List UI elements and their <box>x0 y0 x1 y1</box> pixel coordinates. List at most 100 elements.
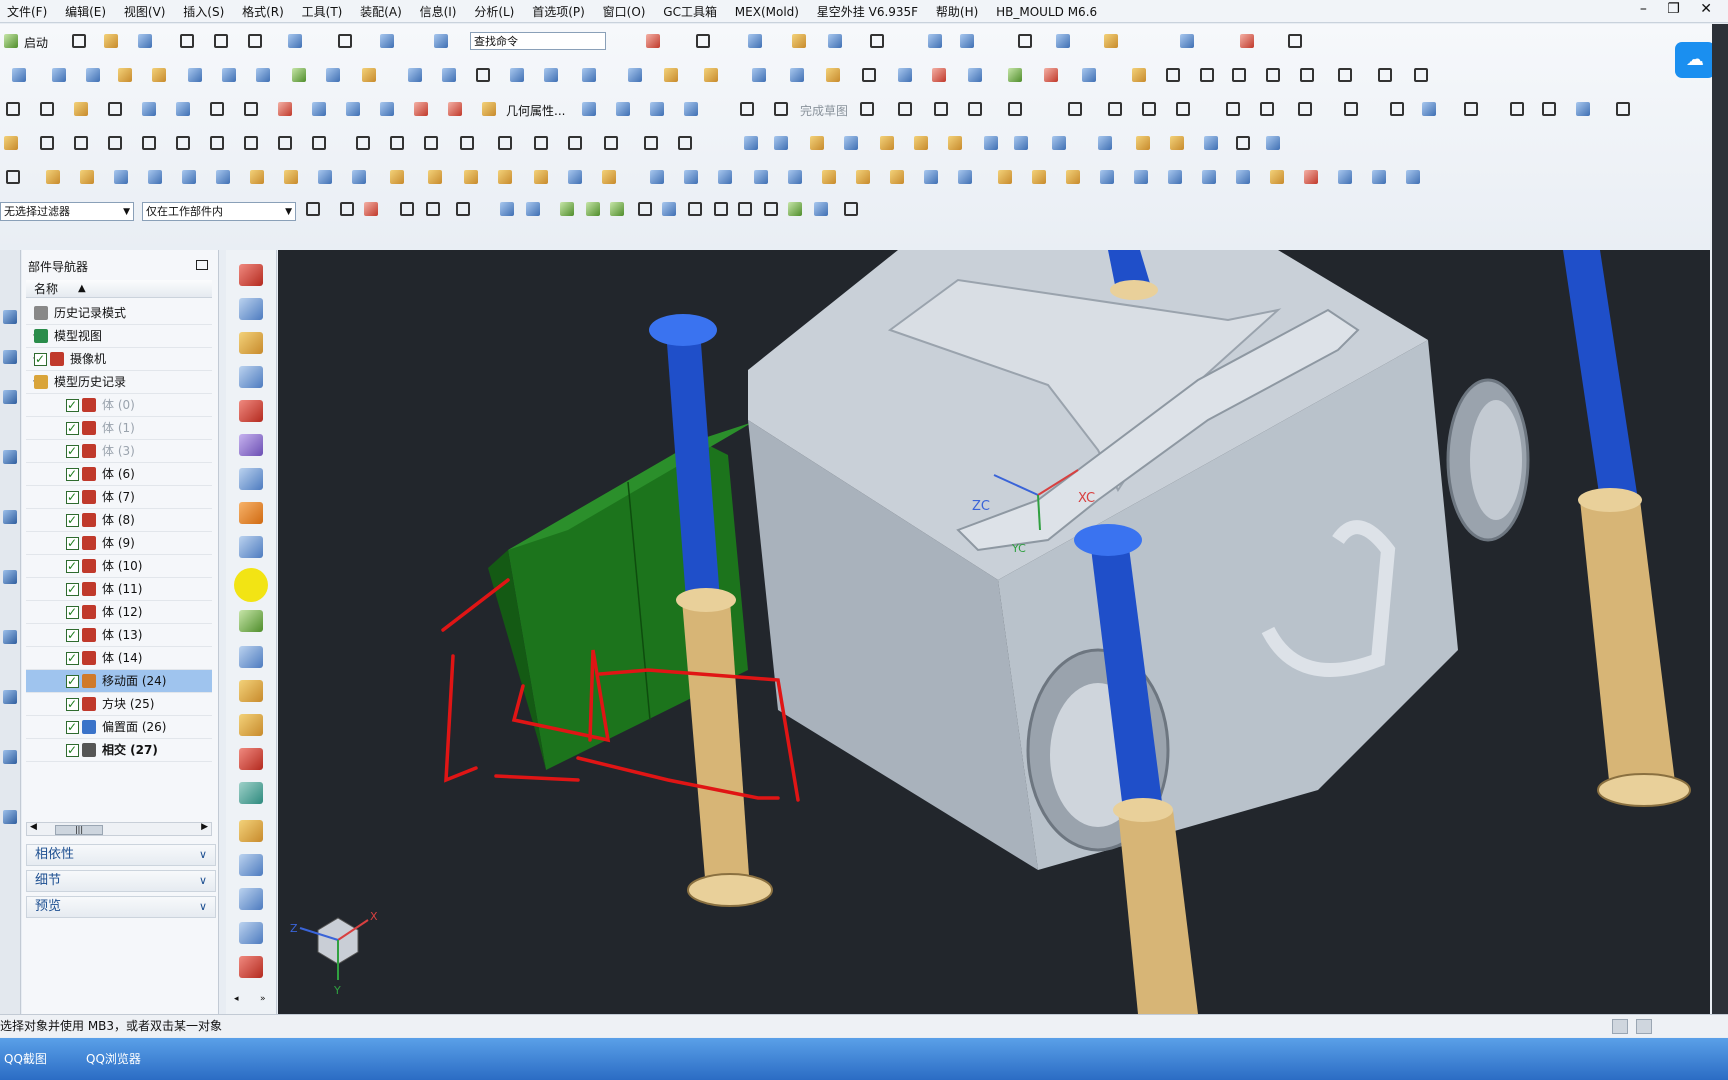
surface-tool-icon[interactable] <box>578 64 600 86</box>
feature-tool-icon[interactable] <box>76 166 98 188</box>
menu-info[interactable]: 信息(I) <box>413 0 464 23</box>
surface-tool-icon[interactable] <box>438 64 460 86</box>
feature-tool-icon[interactable] <box>1198 166 1220 188</box>
snap-tool-icon[interactable] <box>710 198 732 220</box>
visibility-checkbox[interactable] <box>66 509 79 531</box>
feature-tool-icon[interactable] <box>1028 166 1050 188</box>
fit-view-icon[interactable] <box>642 30 664 52</box>
cut-icon[interactable] <box>176 30 198 52</box>
curve-tool-icon[interactable] <box>740 132 762 154</box>
mold-tool-icon[interactable] <box>239 400 263 422</box>
snap-tool-icon[interactable] <box>422 198 444 220</box>
feature-tool-icon[interactable] <box>494 166 516 188</box>
menu-hb-mould[interactable]: HB_MOULD M6.6 <box>989 2 1104 22</box>
section-details[interactable]: 细节 ∨ <box>26 870 216 892</box>
mold-tool-icon[interactable] <box>239 434 263 456</box>
surface-tool-icon[interactable] <box>218 64 240 86</box>
snap-icon[interactable] <box>1176 30 1198 52</box>
model-scene[interactable]: ZC XC YC X Z Y <box>278 250 1710 1014</box>
surface-tool-icon[interactable] <box>252 64 274 86</box>
feature-tool-icon[interactable] <box>750 166 772 188</box>
status-window-icon[interactable] <box>1636 1019 1652 1034</box>
finish-sketch-button[interactable]: 完成草图 <box>800 102 848 119</box>
snap-tool-icon[interactable] <box>582 198 604 220</box>
render-style-icon[interactable] <box>692 30 714 52</box>
sketch-tool-icon[interactable] <box>612 98 634 120</box>
mold-tool-icon[interactable] <box>239 646 263 668</box>
mold-tool-icon[interactable] <box>239 366 263 388</box>
mold-tool-icon[interactable] <box>239 782 263 804</box>
curve-tool-icon[interactable] <box>274 132 296 154</box>
resource-tab-icon[interactable] <box>3 750 17 764</box>
feature-tool-icon[interactable] <box>1062 166 1084 188</box>
feature-tool-icon[interactable] <box>246 166 268 188</box>
undo-icon[interactable] <box>284 30 306 52</box>
scroll-left-icon[interactable]: ◀ <box>30 822 37 832</box>
visibility-checkbox[interactable] <box>66 647 79 669</box>
orient-view-icon[interactable] <box>824 30 846 52</box>
sketch-tool-icon[interactable] <box>1104 98 1126 120</box>
menu-help[interactable]: 帮助(H) <box>929 0 985 23</box>
curve-tool-icon[interactable] <box>1048 132 1070 154</box>
tree-row[interactable]: 体 (1) <box>26 417 212 440</box>
sketch-tool-icon[interactable] <box>1222 98 1244 120</box>
resource-tab-icon[interactable] <box>3 450 17 464</box>
tree-row[interactable]: 体 (10) <box>26 555 212 578</box>
curve-tool-icon[interactable] <box>386 132 408 154</box>
sketch-tool-icon[interactable] <box>1172 98 1194 120</box>
curve-tool-icon[interactable] <box>674 132 696 154</box>
snap-tool-icon[interactable] <box>840 198 862 220</box>
resource-tab-icon[interactable] <box>3 570 17 584</box>
sketch-tool-icon[interactable] <box>1340 98 1362 120</box>
curve-tool-icon[interactable] <box>0 132 22 154</box>
feature-tool-icon[interactable] <box>110 166 132 188</box>
feature-tool-icon[interactable] <box>564 166 586 188</box>
tree-row[interactable]: 历史记录模式 <box>26 302 212 325</box>
curve-tool-icon[interactable] <box>770 132 792 154</box>
text-icon[interactable] <box>206 98 228 120</box>
surface-tool-icon[interactable] <box>1334 64 1356 86</box>
menu-file[interactable]: 文件(F) <box>0 0 54 23</box>
feature-tool-icon[interactable] <box>994 166 1016 188</box>
feature-tool-icon[interactable] <box>1402 166 1424 188</box>
resource-tab-icon[interactable] <box>3 630 17 644</box>
feature-tool-icon[interactable] <box>42 166 64 188</box>
snap-tool-icon[interactable] <box>760 198 782 220</box>
visibility-checkbox[interactable] <box>66 417 79 439</box>
cloud-sync-button[interactable]: ☁ <box>1675 42 1715 78</box>
mold-tool-icon[interactable] <box>239 610 263 632</box>
visibility-checkbox[interactable] <box>66 670 79 692</box>
visibility-checkbox[interactable] <box>66 532 79 554</box>
surface-tool-icon[interactable] <box>322 64 344 86</box>
resource-tab-icon[interactable] <box>3 350 17 364</box>
line-icon[interactable] <box>2 98 24 120</box>
snap-tool-icon[interactable] <box>336 198 358 220</box>
feature-tool-icon[interactable] <box>386 166 408 188</box>
sketch-tool-icon[interactable] <box>578 98 600 120</box>
curve-tool-icon[interactable] <box>172 132 194 154</box>
mold-tool-icon[interactable] <box>239 820 263 842</box>
surface-tool-icon[interactable] <box>700 64 722 86</box>
mold-tool-icon[interactable] <box>239 680 263 702</box>
feature-tool-icon[interactable] <box>1368 166 1390 188</box>
tree-row[interactable]: 体 (12) <box>26 601 212 624</box>
sketch-tool-icon[interactable] <box>1138 98 1160 120</box>
resource-tab-icon[interactable] <box>3 510 17 524</box>
surface-tool-icon[interactable] <box>1296 64 1318 86</box>
curve-tool-icon[interactable] <box>104 132 126 154</box>
curve-tool-icon[interactable] <box>1132 132 1154 154</box>
sketch-tool-icon[interactable] <box>1506 98 1528 120</box>
snap-tool-icon[interactable] <box>734 198 756 220</box>
highlighted-mold-tool-icon[interactable] <box>234 568 268 602</box>
feature-tool-icon[interactable] <box>1096 166 1118 188</box>
surface-tool-icon[interactable] <box>1004 64 1026 86</box>
curve-tool-icon[interactable] <box>944 132 966 154</box>
surface-tool-icon[interactable] <box>822 64 844 86</box>
feature-tool-icon[interactable] <box>714 166 736 188</box>
snap-tool-icon[interactable] <box>606 198 628 220</box>
resource-tab-icon[interactable] <box>3 390 17 404</box>
section-dependencies[interactable]: 相依性 ∨ <box>26 844 216 866</box>
tree-row[interactable]: 体 (13) <box>26 624 212 647</box>
curve-tool-icon[interactable] <box>352 132 374 154</box>
snap-tool-icon[interactable] <box>684 198 706 220</box>
